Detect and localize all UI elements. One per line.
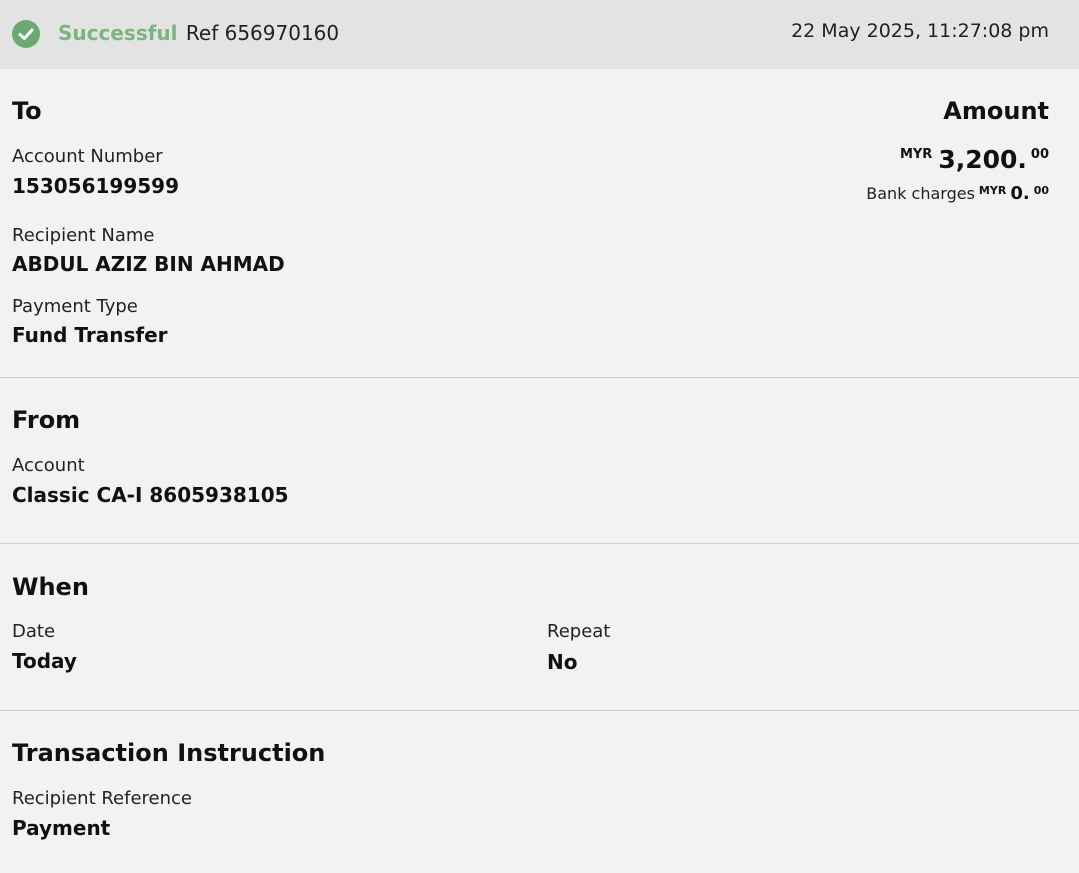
- check-circle-icon: [12, 20, 40, 48]
- bank-charges-cents: 00: [1033, 184, 1049, 197]
- recipient-reference-value: Payment: [12, 816, 111, 840]
- payment-type-value: Fund Transfer: [12, 323, 168, 347]
- source-section: From Account Classic CA-I 8605938105: [0, 378, 1079, 544]
- status-summary: Successful Ref 656970160: [58, 21, 339, 45]
- recipient-name-label: Recipient Name: [12, 225, 155, 246]
- instruction-heading: Transaction Instruction: [12, 739, 326, 767]
- recipient-section: To Account Number 153056199599 Recipient…: [0, 69, 1079, 378]
- reference-number: Ref 656970160: [185, 21, 340, 45]
- bank-charges-whole: 0.: [1010, 183, 1030, 204]
- account-label: Account: [12, 455, 85, 476]
- amount-value: MYR 3,200. 00: [900, 147, 1049, 172]
- account-number-label: Account Number: [12, 146, 163, 167]
- when-heading: When: [12, 573, 89, 601]
- to-heading: To: [12, 97, 42, 125]
- recipient-name-value: ABDUL AZIZ BIN AHMAD: [12, 252, 285, 276]
- schedule-section: When Date Today Repeat No: [0, 544, 1079, 711]
- repeat-value: No: [547, 650, 578, 674]
- repeat-label: Repeat: [547, 621, 611, 642]
- source-account-value: Classic CA-I 8605938105: [12, 483, 289, 507]
- date-value: Today: [12, 649, 77, 673]
- bank-charges-currency: MYR: [978, 184, 1007, 197]
- amount-cents: 00: [1030, 147, 1049, 162]
- payment-type-label: Payment Type: [12, 296, 138, 317]
- transaction-datetime: 22 May 2025, 11:27:08 pm: [791, 20, 1049, 42]
- instruction-section: Transaction Instruction Recipient Refere…: [0, 711, 1079, 873]
- amount-heading: Amount: [943, 97, 1049, 125]
- amount-whole: 3,200.: [938, 145, 1027, 174]
- status-label: Successful: [58, 21, 178, 45]
- date-label: Date: [12, 621, 56, 642]
- bank-charges: Bank charges MYR 0. 00: [866, 185, 1049, 203]
- from-heading: From: [12, 406, 81, 434]
- recipient-reference-label: Recipient Reference: [12, 788, 192, 809]
- bank-charges-label: Bank charges: [866, 184, 975, 203]
- account-number-value: 153056199599: [12, 174, 179, 198]
- status-bar: Successful Ref 656970160 22 May 2025, 11…: [0, 0, 1079, 69]
- amount-currency: MYR: [899, 147, 933, 162]
